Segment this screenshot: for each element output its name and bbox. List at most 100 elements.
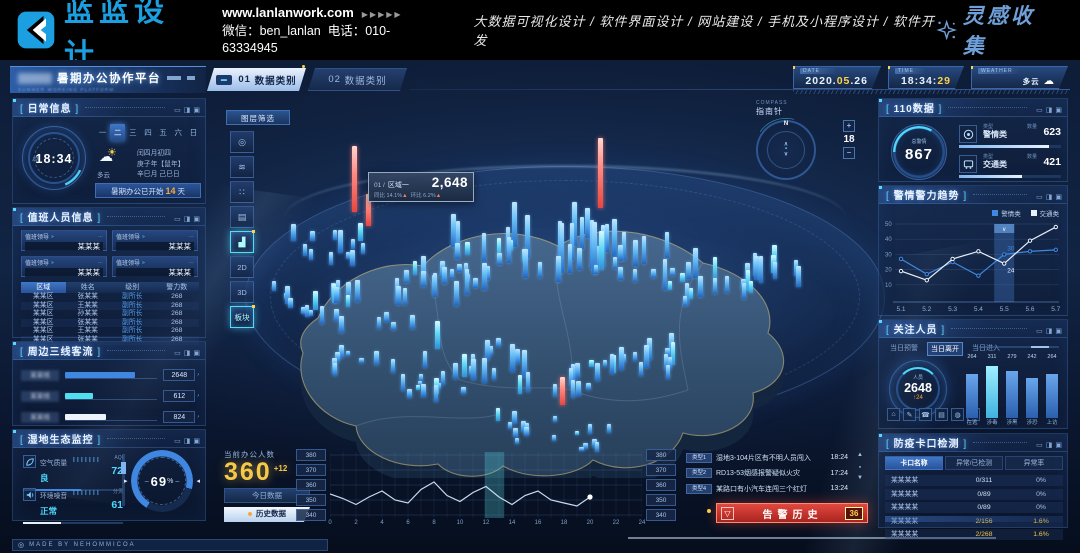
panel-collapse-icon[interactable]: ▭ xyxy=(174,107,181,114)
mode-2d-button[interactable]: 2D xyxy=(230,256,254,278)
x-axis-label: 10 xyxy=(453,520,467,526)
page-title: 暑期办公协作平台 xyxy=(57,70,161,86)
panel-flow: 周边三线客流▭◨▣ 某某线2648›某某线612›某某线824› xyxy=(12,341,206,426)
checkpoint-tab[interactable]: 异常率 xyxy=(1005,456,1063,470)
panel-expand-icon[interactable]: ▣ xyxy=(193,350,200,357)
panel-pin-icon[interactable]: ◨ xyxy=(1046,442,1053,449)
panel-pin-icon[interactable]: ◨ xyxy=(184,350,191,357)
focus-tab[interactable]: 当日预警 xyxy=(887,342,921,356)
bus-icon xyxy=(959,155,977,173)
scroll-up-icon[interactable]: ▲ xyxy=(854,452,866,458)
panel-expand-icon[interactable]: ▣ xyxy=(193,107,200,114)
focus-scrollbar[interactable] xyxy=(979,346,1059,348)
mode-district-button[interactable]: 板块 xyxy=(230,306,254,328)
tab-data-category-1[interactable]: ▬ 01 数据类别 xyxy=(207,68,306,91)
panel-collapse-icon[interactable]: ▭ xyxy=(174,438,181,445)
panel-expand-icon[interactable]: ▣ xyxy=(1055,328,1062,335)
checkpoint-row: 某某某某0/890% xyxy=(885,489,1063,500)
home-icon[interactable]: ⌂ xyxy=(887,408,900,421)
phone-icon[interactable]: ☎ xyxy=(919,408,932,421)
x-axis-label: 8 xyxy=(427,520,441,526)
focus-tab[interactable]: 当日离开 xyxy=(927,342,963,356)
panel-expand-icon[interactable]: ▣ xyxy=(1055,442,1062,449)
camera-layer-button[interactable]: ◎ xyxy=(230,131,254,153)
panel-collapse-icon[interactable]: ▭ xyxy=(174,216,181,223)
svg-text:40: 40 xyxy=(885,237,892,243)
alert-item[interactable]: 类型1湿地3-104片区有不明人员闯入18:24 xyxy=(686,451,848,464)
x-axis-label: 22 xyxy=(609,520,623,526)
gauge-right-arrow[interactable]: ◂ xyxy=(196,477,200,485)
brand-url: www.lanlanwork.com xyxy=(222,5,354,20)
scroll-dot-icon[interactable]: ● xyxy=(854,464,866,469)
panel-header-trend: 警情警力趋势▭◨▣ xyxy=(879,186,1067,204)
redacted-logo xyxy=(18,73,52,84)
more-icon[interactable]: ⋯ xyxy=(189,234,194,240)
panel-pin-icon[interactable]: ◨ xyxy=(184,216,191,223)
alert-type-tag: 类型1 xyxy=(686,453,712,463)
duty-leader-card: 值班领导»⋯某某某 xyxy=(21,230,107,251)
panel-collapse-icon[interactable]: ▭ xyxy=(1036,107,1043,114)
more-icon[interactable]: ⋯ xyxy=(98,234,103,240)
edit-icon[interactable]: ✎ xyxy=(903,408,916,421)
crowd-layer-button[interactable]: ∷ xyxy=(230,181,254,203)
noise-status: 正常 xyxy=(40,506,57,516)
tab-data-category-2[interactable]: 02 数据类别 xyxy=(308,68,407,91)
checkpoint-tab[interactable]: 卡口名称 xyxy=(885,456,943,470)
more-icon[interactable]: ⋯ xyxy=(189,260,194,266)
panel-collapse-icon[interactable]: ▭ xyxy=(1036,442,1043,449)
checkpoint-table: 某某某某0/3110%某某某某0/890%某某某某0/890%某某某某2/156… xyxy=(885,475,1063,543)
scroll-down-icon[interactable]: ▼ xyxy=(854,475,866,481)
panel-pin-icon[interactable]: ◨ xyxy=(1046,194,1053,201)
duty-table-row: 某某区王某某副所长268 xyxy=(21,327,199,336)
air-quality-row: 空气质量 良 AQI72 xyxy=(23,455,123,491)
alert-item[interactable]: 类型2RD13-53烟感报警疑似火灾17:24 xyxy=(686,467,848,480)
chevron-icon: » xyxy=(51,260,54,266)
panel-collapse-icon[interactable]: ▭ xyxy=(1036,194,1043,201)
y-axis-label: 360 xyxy=(296,479,326,491)
y-axis-label: 350 xyxy=(646,494,676,506)
week-row: 一二三四五六日 xyxy=(95,124,201,141)
more-icon[interactable]: ⋯ xyxy=(98,260,103,266)
duty-table: 区域姓名级别警力数某某区张某某副所长268某某区王某某副所长268某某区孙某某副… xyxy=(21,282,199,345)
svg-text:5.1: 5.1 xyxy=(896,306,905,312)
zoom-out-button[interactable]: − xyxy=(843,147,855,159)
mode-3d-button[interactable]: 3D xyxy=(230,281,254,303)
signal-layer-button[interactable]: ≋ xyxy=(230,156,254,178)
chart-layer-button[interactable]: ▟ xyxy=(230,231,254,253)
duty-name: 某某某 xyxy=(116,242,194,251)
x-axis-label: 18 xyxy=(557,520,571,526)
panel-expand-icon[interactable]: ▣ xyxy=(193,216,200,223)
panel-window-icons: ▭◨▣ xyxy=(1033,434,1062,452)
compass-dial[interactable]: N ∧•∨ xyxy=(756,120,816,180)
y-axis-label: 380 xyxy=(646,449,676,461)
map-landmass[interactable] xyxy=(248,188,832,478)
checkpoint-tab[interactable]: 异常/已检测 xyxy=(945,456,1003,470)
bar-category: 上访 xyxy=(1043,418,1061,426)
panel-pin-icon[interactable]: ◨ xyxy=(184,438,191,445)
building-layer-button[interactable]: ▤ xyxy=(230,206,254,228)
panel-pin-icon[interactable]: ◨ xyxy=(1046,107,1053,114)
checkpoint-row: 某某某某0/3110% xyxy=(885,475,1063,486)
cloud-icon: ☁ xyxy=(1044,75,1056,87)
panel-pin-icon[interactable]: ◨ xyxy=(184,107,191,114)
panel-expand-icon[interactable]: ▣ xyxy=(1055,194,1062,201)
panel-expand-icon[interactable]: ▣ xyxy=(1055,107,1062,114)
building-icon[interactable]: ▤ xyxy=(935,408,948,421)
panel-collapse-icon[interactable]: ▭ xyxy=(174,350,181,357)
time-value: 18:34:29 xyxy=(895,75,951,87)
chevron-icon: › xyxy=(197,393,199,399)
gauge-left-arrow[interactable]: ▸ xyxy=(124,477,128,485)
panel-pin-icon[interactable]: ◨ xyxy=(1046,328,1053,335)
zoom-in-button[interactable]: + xyxy=(843,120,855,132)
focus-count-value: 2648 xyxy=(890,381,946,395)
bar-category: 涉恐 xyxy=(1023,418,1041,426)
panel-collapse-icon[interactable]: ▭ xyxy=(1036,328,1043,335)
svg-text:5.5: 5.5 xyxy=(1000,306,1009,312)
alert-history-button[interactable]: ▽ 告警历史 36 xyxy=(716,503,868,523)
x-axis-label: 20 xyxy=(583,520,597,526)
flow-value: 2648 xyxy=(163,369,195,381)
panel-expand-icon[interactable]: ▣ xyxy=(193,438,200,445)
checkpoint-row: 某某某某2/2681.6% xyxy=(885,529,1063,540)
alert-item[interactable]: 类型4某路口有小汽车连闯三个红灯13:24 xyxy=(686,482,848,495)
x-axis-label: 6 xyxy=(401,520,415,526)
